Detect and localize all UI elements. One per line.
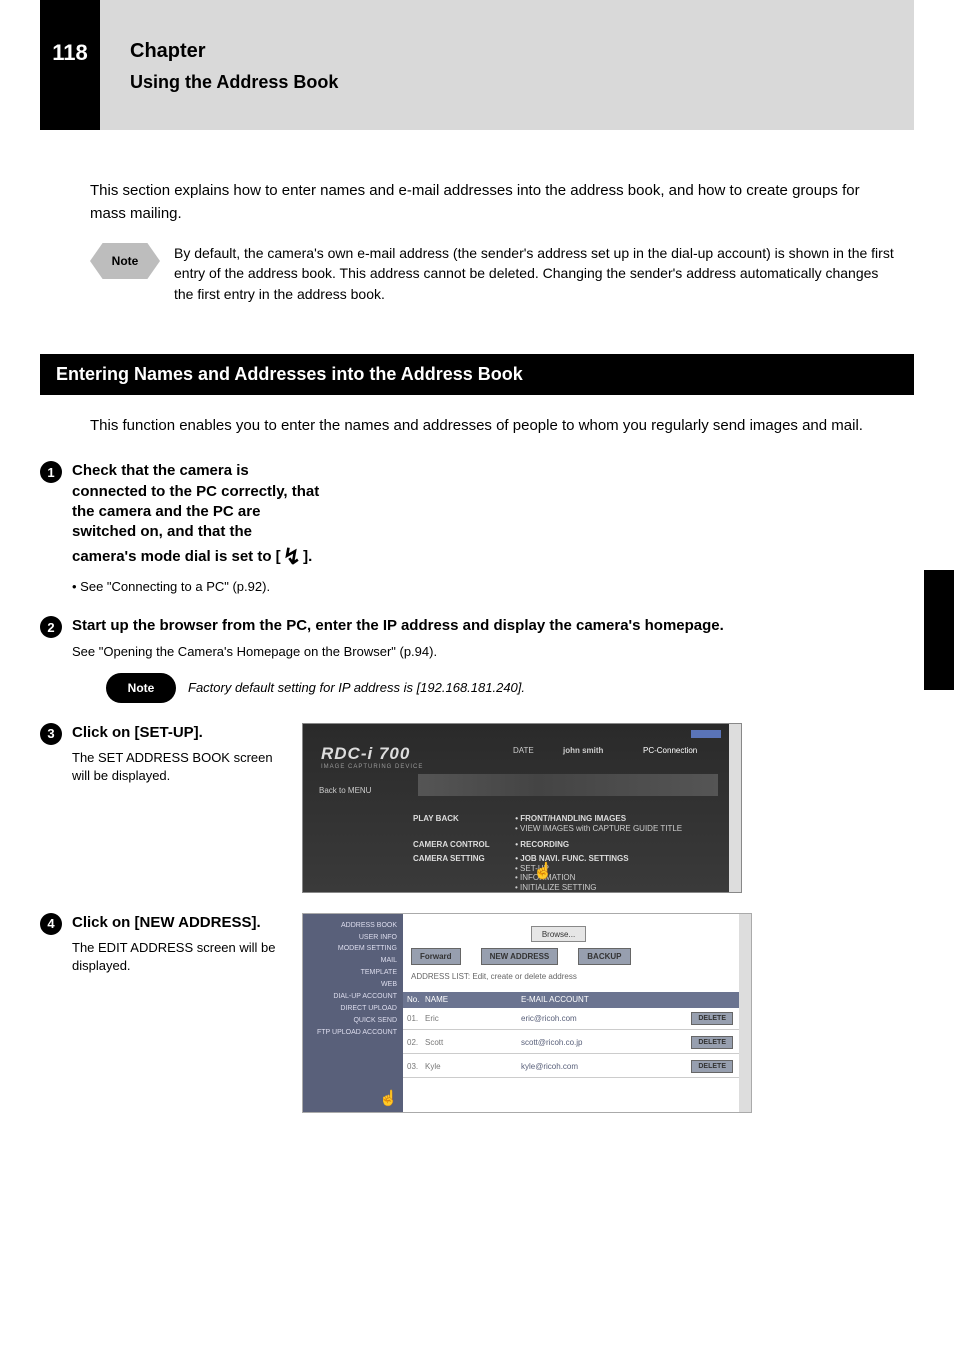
user-name: john smith (563, 746, 603, 755)
lang-badge (691, 730, 721, 738)
sidebar-item-dialup-account[interactable]: DIAL-UP ACCOUNT (303, 991, 397, 1003)
sidebar-item-quick-send[interactable]: QUICK SEND (303, 1015, 397, 1027)
note-text: By default, the camera's own e-mail addr… (174, 243, 894, 304)
step-2-note-text: Factory default setting for IP address i… (188, 680, 525, 695)
note-badge: Note (90, 243, 160, 279)
th-name: NAME (425, 992, 521, 1008)
step-2-desc: See "Opening the Camera's Homepage on th… (72, 643, 914, 661)
chapter-title: Chapter (130, 40, 206, 63)
th-no: No. (403, 992, 425, 1008)
playback-link-2[interactable]: • VIEW IMAGES with CAPTURE GUIDE TITLE (515, 824, 682, 833)
step-1-title-b: ]. (303, 548, 312, 565)
page-number: 118 (40, 40, 100, 66)
th-email: E-MAIL ACCOUNT (521, 992, 739, 1008)
section-intro: This function enables you to enter the n… (40, 415, 914, 438)
settings-sidebar: ADDRESS BOOK USER INFO MODEM SETTING MAI… (303, 914, 403, 1112)
step-4-desc: The EDIT ADDRESS screen will be displaye… (72, 939, 290, 975)
intro-paragraph: This section explains how to enter names… (90, 180, 894, 225)
step-bullet-4: 4 (40, 913, 62, 935)
sidebar-item-mail[interactable]: MAIL (303, 955, 397, 967)
date-label: DATE (513, 746, 534, 755)
delete-button[interactable]: DELETE (691, 1060, 733, 1073)
device-sublogo: IMAGE CAPTURING DEVICE (321, 764, 423, 770)
table-row: 03. Kyle kyle@ricoh.com DELETE (403, 1056, 739, 1078)
table-row: 02. Scott scott@ricoh.co.jp DELETE (403, 1032, 739, 1054)
cell-name[interactable]: Eric (425, 1014, 521, 1023)
cell-no: 01. (403, 1014, 425, 1023)
sidebar-item-direct-upload[interactable]: DIRECT UPLOAD (303, 1003, 397, 1015)
back-to-menu-link[interactable]: Back to MENU (319, 786, 371, 795)
camera-setting-label: CAMERA SETTING (413, 854, 513, 863)
forward-button[interactable]: Forward (411, 948, 461, 965)
browse-button[interactable]: Browse... (531, 926, 586, 942)
step-2-note-badge: Note (106, 673, 176, 703)
row-camera-control: CAMERA CONTROL • RECORDING (413, 840, 569, 849)
initialize-link[interactable]: INITIALIZE SETTING (520, 883, 596, 892)
backup-button[interactable]: BACKUP (578, 948, 630, 965)
camera-control-label: CAMERA CONTROL (413, 840, 513, 849)
row-camera-setting: CAMERA SETTING • JOB NAVI. FUNC. SETTING… (413, 854, 629, 863)
step-bullet-2: 2 (40, 616, 62, 638)
delete-button[interactable]: DELETE (691, 1012, 733, 1025)
scrollbar[interactable] (739, 914, 751, 1112)
step-1-desc: • See "Connecting to a PC" (p.92). (72, 578, 320, 596)
sidebar-item-modem-setting[interactable]: MODEM SETTING (303, 943, 397, 955)
sidebar-item-web[interactable]: WEB (303, 979, 397, 991)
side-tab (924, 570, 954, 690)
cell-no: 02. (403, 1038, 425, 1047)
table-row: 01. Eric eric@ricoh.com DELETE (403, 1008, 739, 1030)
screenshot-address-book: ADDRESS BOOK USER INFO MODEM SETTING MAI… (302, 913, 752, 1113)
cell-email: scott@ricoh.co.jp (521, 1038, 691, 1047)
recording-link[interactable]: RECORDING (520, 840, 569, 849)
address-list-caption: ADDRESS LIST: Edit, create or delete add… (411, 972, 577, 981)
connect-mode-icon: ↯ (283, 544, 301, 569)
delete-button[interactable]: DELETE (691, 1036, 733, 1049)
step-1-title: Check that the camera is connected to th… (72, 461, 320, 572)
cursor-icon: ☝ (379, 1089, 398, 1107)
new-address-button[interactable]: NEW ADDRESS (481, 948, 559, 965)
banner-images (418, 774, 718, 796)
pc-connection-link[interactable]: PC-Connection (643, 746, 697, 755)
chapter-subtitle: Using the Address Book (130, 72, 338, 93)
row-playback: PLAY BACK • FRONT/HANDLING IMAGES (413, 814, 626, 823)
step-bullet-1: 1 (40, 461, 62, 483)
scrollbar[interactable] (729, 724, 741, 892)
cell-name[interactable]: Scott (425, 1038, 521, 1047)
cursor-icon: ☝ (533, 861, 553, 881)
address-table-header: No. NAME E-MAIL ACCOUNT (403, 992, 739, 1008)
playback-label: PLAY BACK (413, 814, 513, 823)
cell-name[interactable]: Kyle (425, 1062, 521, 1071)
step-3-title: Click on [SET-UP]. (72, 723, 290, 743)
cell-no: 03. (403, 1062, 425, 1071)
step-bullet-3: 3 (40, 723, 62, 745)
sidebar-item-template[interactable]: TEMPLATE (303, 967, 397, 979)
section-heading: Entering Names and Addresses into the Ad… (40, 354, 914, 395)
device-logo: RDC-i 700 (321, 744, 410, 764)
sidebar-item-ftp-upload-account[interactable]: FTP UPLOAD ACCOUNT (303, 1027, 397, 1039)
cell-email: eric@ricoh.com (521, 1014, 691, 1023)
playback-link-1[interactable]: FRONT/HANDLING IMAGES (520, 814, 626, 823)
cell-email: kyle@ricoh.com (521, 1062, 691, 1071)
step-2-title: Start up the browser from the PC, enter … (72, 616, 914, 636)
sidebar-item-user-info[interactable]: USER INFO (303, 932, 397, 944)
screenshot-homepage: RDC-i 700 IMAGE CAPTURING DEVICE DATE jo… (302, 723, 742, 893)
step-4-title: Click on [NEW ADDRESS]. (72, 913, 290, 933)
step-3-desc: The SET ADDRESS BOOK screen will be disp… (72, 749, 290, 785)
sidebar-item-address-book[interactable]: ADDRESS BOOK (303, 920, 397, 932)
chapter-header: 118 Chapter Using the Address Book (40, 0, 914, 130)
